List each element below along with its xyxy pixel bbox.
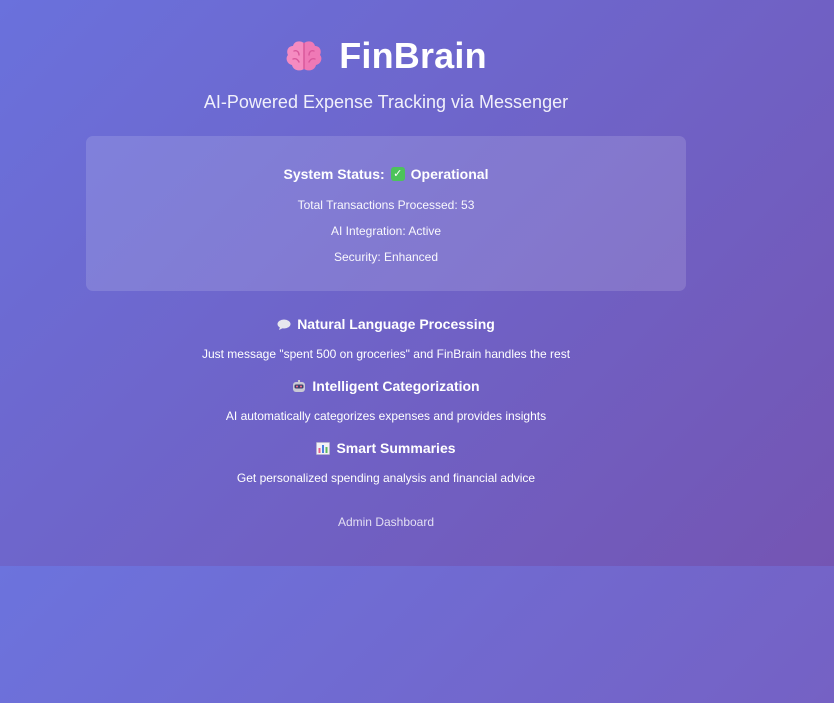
transactions-count: Total Transactions Processed: 53 [297, 198, 475, 212]
app-title: FinBrain [339, 35, 487, 76]
robot-icon [293, 379, 306, 392]
feature-summaries-heading: Smart Summaries [0, 440, 772, 456]
status-value: Operational [410, 166, 489, 182]
feature-categorization-description: AI automatically categorizes expenses an… [225, 409, 547, 423]
system-status-card: System Status: ✓ Operational Total Trans… [86, 136, 686, 291]
brain-icon [286, 41, 322, 71]
check-mark-icon: ✓ [390, 167, 405, 181]
status-label: System Status: [283, 166, 385, 182]
feature-title: Intelligent Categorization [312, 378, 480, 394]
bar-chart-icon [316, 441, 331, 455]
header: FinBrain [0, 34, 772, 78]
feature-nlp-heading: Natural Language Processing [0, 316, 772, 332]
admin-dashboard-link[interactable]: Admin Dashboard [0, 515, 772, 529]
feature-nlp-description: Just message "spent 500 on groceries" an… [201, 347, 571, 361]
security-status: Security: Enhanced [333, 250, 439, 264]
feature-title: Smart Summaries [336, 440, 456, 456]
feature-summaries-description: Get personalized spending analysis and f… [236, 471, 536, 485]
tagline: AI-Powered Expense Tracking via Messenge… [203, 92, 569, 112]
page-background-lower [0, 566, 834, 703]
status-heading: System Status: ✓ Operational [86, 166, 686, 182]
feature-categorization-heading: Intelligent Categorization [0, 378, 772, 394]
ai-integration-status: AI Integration: Active [330, 224, 442, 238]
title-row: FinBrain [285, 34, 487, 78]
feature-title: Natural Language Processing [297, 316, 495, 332]
speech-bubble-icon [277, 319, 291, 330]
